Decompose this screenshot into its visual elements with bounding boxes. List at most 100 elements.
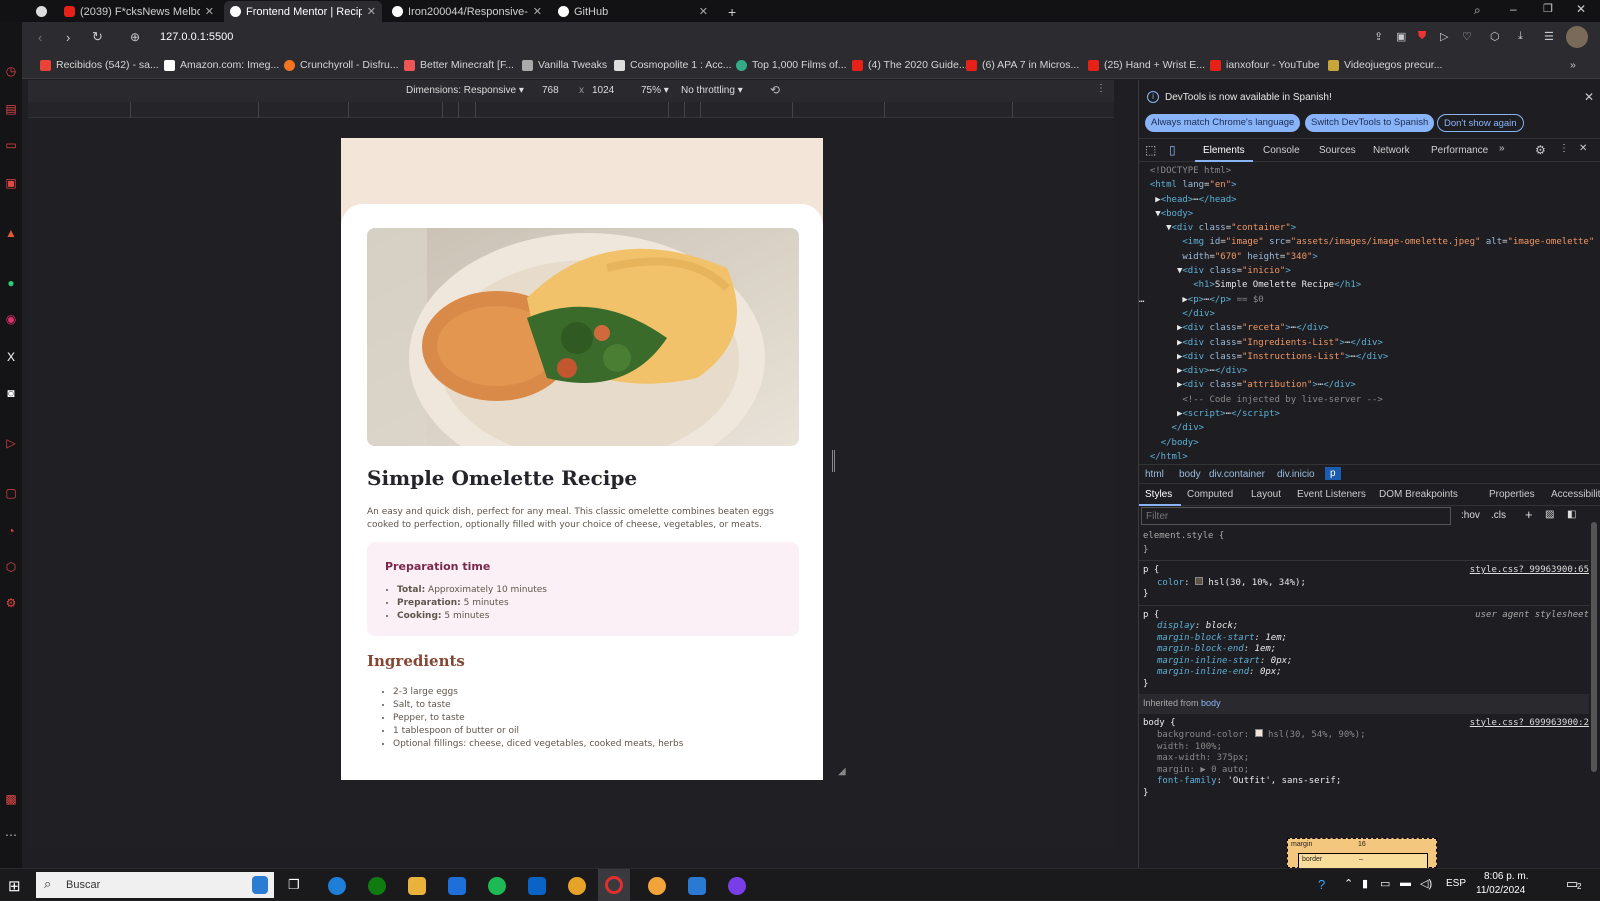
tab-layout[interactable]: Layout bbox=[1251, 489, 1281, 500]
windows-start-icon[interactable]: ⊞ bbox=[8, 877, 21, 895]
close-icon[interactable]: ✕ bbox=[1584, 90, 1594, 104]
inspect-icon[interactable]: ⬚ bbox=[1145, 143, 1156, 157]
bookmark-item[interactable]: (25) Hand + Wrist E... bbox=[1088, 59, 1205, 71]
tab-github-repo[interactable]: Iron200044/Responsive-De ✕ bbox=[386, 1, 548, 22]
tab-performance[interactable]: Performance bbox=[1431, 145, 1488, 156]
more-icon[interactable]: ⋯ bbox=[4, 828, 18, 842]
bookmark-item[interactable]: Videojuegos precur... bbox=[1328, 59, 1442, 71]
bookmark-item[interactable]: Crunchyroll - Disfru... bbox=[284, 59, 399, 71]
site-info-icon[interactable]: ⊕ bbox=[130, 30, 140, 44]
bookmark-item[interactable]: Amazon.com: Imeg... bbox=[164, 59, 279, 71]
heart-icon[interactable]: ♡ bbox=[1462, 30, 1472, 43]
whatsapp-icon[interactable]: ● bbox=[4, 276, 18, 290]
tab-dom-breakpoints[interactable]: DOM Breakpoints bbox=[1379, 489, 1458, 500]
file-explorer-icon[interactable] bbox=[408, 877, 426, 895]
device-mode-icon[interactable]: ▯ bbox=[1169, 143, 1176, 157]
vscode-icon[interactable] bbox=[688, 877, 706, 895]
more-options-icon[interactable]: ⋮ bbox=[1096, 83, 1106, 94]
hover-state-toggle[interactable]: :hov bbox=[1461, 510, 1480, 521]
tab-styles[interactable]: Styles bbox=[1145, 489, 1172, 500]
x-icon[interactable]: X bbox=[4, 350, 18, 364]
rotate-icon[interactable]: ⟲ bbox=[770, 83, 780, 97]
tab-youtube[interactable]: (2039) F*cksNews Melbour ✕ bbox=[58, 1, 220, 22]
tab-sources[interactable]: Sources bbox=[1319, 145, 1356, 156]
extensions-icon[interactable]: ⬡ bbox=[4, 560, 18, 574]
close-window-icon[interactable]: ✕ bbox=[1576, 2, 1586, 16]
xbox-icon[interactable] bbox=[368, 877, 386, 895]
clock-time[interactable]: 8:06 p. m. bbox=[1484, 871, 1528, 882]
breadcrumb-item-selected[interactable]: p bbox=[1325, 467, 1341, 480]
resize-corner-icon[interactable]: ◢ bbox=[838, 766, 846, 777]
close-icon[interactable]: ✕ bbox=[699, 5, 708, 18]
tab-menu-icon[interactable] bbox=[30, 1, 54, 22]
minimize-icon[interactable]: – bbox=[1510, 2, 1517, 16]
dimensions-select[interactable]: Dimensions: Responsive ▾ bbox=[406, 85, 524, 96]
player-icon[interactable]: ▷ bbox=[1440, 30, 1448, 43]
width-input[interactable]: 768 bbox=[542, 85, 559, 96]
breadcrumb-item[interactable]: div.container bbox=[1209, 469, 1265, 480]
tab-console[interactable]: Console bbox=[1263, 145, 1300, 156]
spotify-icon[interactable] bbox=[488, 877, 506, 895]
aria-icon[interactable]: ◷ bbox=[4, 64, 18, 78]
tab-computed[interactable]: Computed bbox=[1187, 489, 1233, 500]
messages-icon[interactable]: ▢ bbox=[4, 486, 18, 500]
firefox-icon[interactable] bbox=[648, 877, 666, 895]
class-toggle[interactable]: .cls bbox=[1491, 510, 1506, 521]
more-bookmarks-icon[interactable]: » bbox=[1570, 59, 1576, 71]
reload-icon[interactable]: ↻ bbox=[92, 29, 103, 45]
styles-pane[interactable]: element.style { } p {style.css?_99963900… bbox=[1139, 529, 1589, 829]
volume-icon[interactable]: ◁) bbox=[1420, 877, 1432, 890]
outlook-icon[interactable] bbox=[528, 877, 546, 895]
tab-github[interactable]: GitHub ✕ bbox=[552, 1, 714, 22]
store-icon[interactable] bbox=[448, 877, 466, 895]
discord-icon[interactable]: ◙ bbox=[4, 386, 18, 400]
bookmark-item[interactable]: Better Minecraft [F... bbox=[404, 59, 514, 71]
easy-setup-icon[interactable]: ☰ bbox=[1544, 30, 1554, 43]
tab-frontend-mentor[interactable]: Frontend Mentor | Recipe p ✕ bbox=[224, 1, 382, 22]
style-source-link[interactable]: style.css?_699963900:2 bbox=[1470, 718, 1589, 730]
dom-tree[interactable]: <!DOCTYPE html> <html lang="en"> ▶<head>… bbox=[1139, 164, 1600, 464]
more-tabs-icon[interactable]: » bbox=[1499, 143, 1505, 154]
chrome-icon[interactable] bbox=[568, 877, 586, 895]
bookmark-item[interactable]: Top 1,000 Films of... bbox=[736, 59, 847, 71]
close-icon[interactable]: ✕ bbox=[205, 5, 214, 18]
close-icon[interactable]: ✕ bbox=[533, 5, 542, 18]
twitch-icon[interactable]: ▭ bbox=[4, 138, 18, 152]
inherited-from-link[interactable]: body bbox=[1201, 698, 1221, 708]
tab-event-listeners[interactable]: Event Listeners bbox=[1297, 489, 1366, 500]
edge-icon[interactable] bbox=[328, 877, 346, 895]
breadcrumb-item[interactable]: div.inicio bbox=[1277, 469, 1315, 480]
style-source-link[interactable]: style.css?_99963900:65 bbox=[1470, 565, 1589, 577]
tab-properties[interactable]: Properties bbox=[1489, 489, 1535, 500]
download-icon[interactable]: ⤓ bbox=[1518, 30, 1523, 43]
new-tab-button[interactable]: + bbox=[722, 1, 742, 22]
dont-show-again-button[interactable]: Don't show again bbox=[1437, 114, 1524, 132]
styles-filter-input[interactable] bbox=[1141, 507, 1451, 525]
language-indicator[interactable]: ESP bbox=[1446, 878, 1466, 889]
apps-icon[interactable]: ▲ bbox=[4, 226, 18, 240]
chevron-up-icon[interactable]: ⌃ bbox=[1344, 877, 1353, 890]
box-model-diagram[interactable]: margin 16 border – bbox=[1287, 838, 1437, 869]
height-input[interactable]: 1024 bbox=[592, 85, 614, 96]
always-match-language-button[interactable]: Always match Chrome's language bbox=[1145, 114, 1301, 132]
adblock-icon[interactable]: ⛊ bbox=[1418, 30, 1426, 43]
breadcrumb-item[interactable]: html bbox=[1145, 469, 1164, 480]
bookmark-item[interactable]: Cosmopolite 1 : Acc... bbox=[614, 59, 732, 71]
taskbar-search-box[interactable]: ⌕ Buscar bbox=[36, 872, 274, 898]
back-icon[interactable]: ‹ bbox=[38, 30, 42, 45]
more-options-icon[interactable]: ⋮ bbox=[1559, 143, 1569, 154]
resize-handle-right[interactable] bbox=[832, 450, 835, 472]
sidebar-toggle-icon[interactable]: ◧ bbox=[1567, 509, 1576, 520]
player-icon[interactable]: ▷ bbox=[4, 436, 18, 450]
help-icon[interactable]: ? bbox=[1318, 877, 1325, 892]
shopping-icon[interactable]: ▤ bbox=[4, 102, 18, 116]
close-devtools-icon[interactable]: ✕ bbox=[1579, 143, 1587, 154]
bookmark-item[interactable]: Vanilla Tweaks bbox=[522, 59, 607, 71]
network-icon[interactable]: ▭ bbox=[1380, 877, 1390, 890]
add-rule-icon[interactable]: + bbox=[1525, 507, 1533, 522]
styles-scrollbar[interactable] bbox=[1589, 514, 1599, 844]
gaming-icon[interactable]: ▣ bbox=[4, 176, 18, 190]
avatar[interactable] bbox=[1566, 26, 1588, 48]
throttling-select[interactable]: No throttling ▾ bbox=[681, 85, 743, 96]
wallet-icon[interactable]: ▩ bbox=[4, 792, 18, 806]
